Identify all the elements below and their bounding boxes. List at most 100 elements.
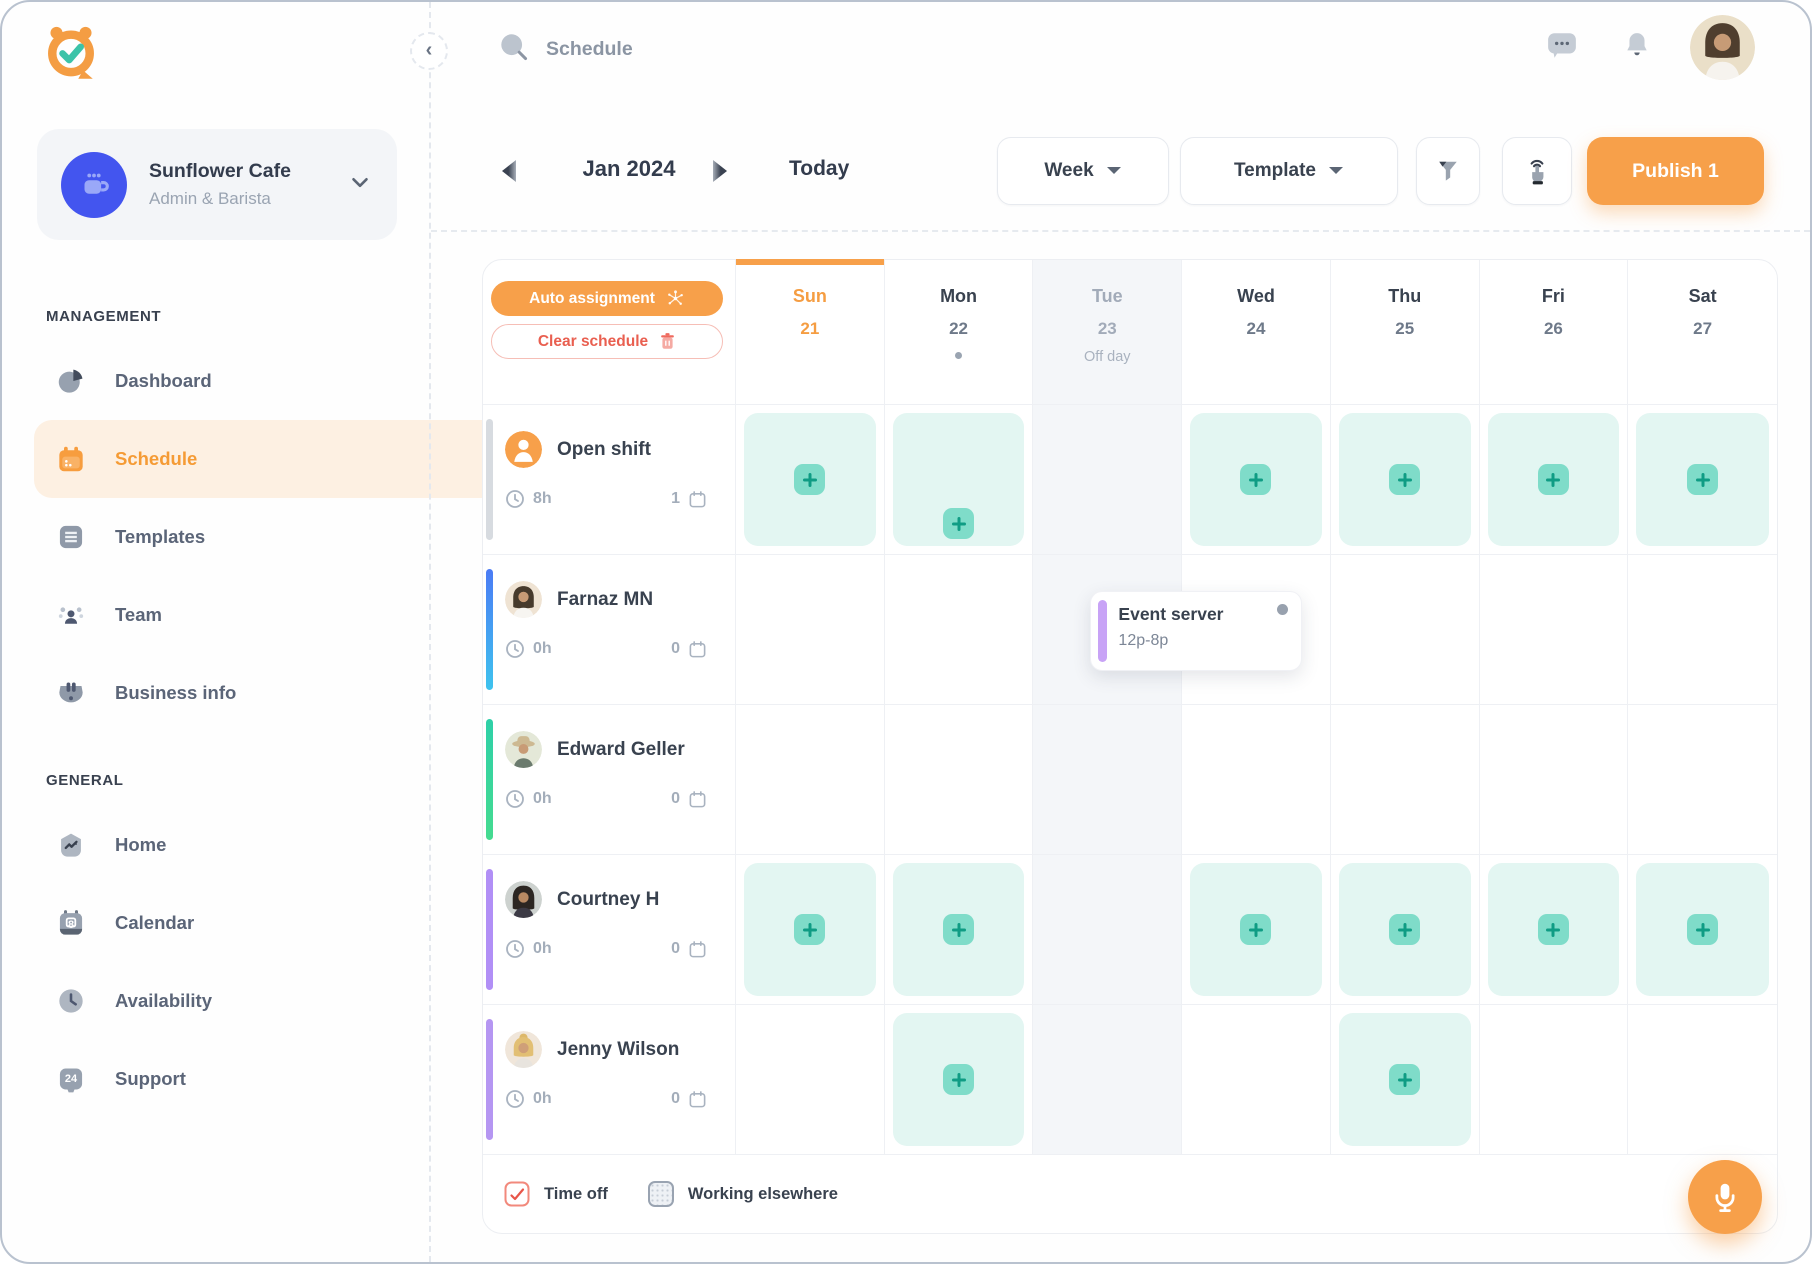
slot-courtney-mon[interactable] [885, 855, 1034, 1005]
header-actions [1546, 15, 1755, 80]
add-shift-button[interactable] [1389, 464, 1420, 495]
add-shift-button[interactable] [794, 464, 825, 495]
search-icon[interactable] [499, 32, 529, 67]
slot-farnaz-sat[interactable] [1628, 555, 1777, 705]
template-select[interactable]: Template [1180, 137, 1398, 205]
day-header-sun[interactable]: Sun 21 [736, 260, 885, 405]
slot-open-shift-wed[interactable] [1182, 405, 1331, 555]
sidebar-collapse-button[interactable]: ‹ [410, 32, 448, 70]
add-shift-button[interactable] [943, 508, 974, 539]
add-shift-button[interactable] [1687, 464, 1718, 495]
slot-open-shift-sat[interactable] [1628, 405, 1777, 555]
day-header-mon[interactable]: Mon 22 [885, 260, 1034, 405]
shift-card-event-server[interactable]: Event server 12p-8p [1090, 591, 1302, 671]
row-label-courtney-h[interactable]: Courtney H 0h 0 [483, 855, 736, 1005]
open-shift-avatar [505, 431, 542, 468]
auto-assignment-button[interactable]: Auto assignment [491, 281, 723, 316]
row-label-jenny-wilson[interactable]: Jenny Wilson 0h 0 [483, 1005, 736, 1155]
row-label-open-shift[interactable]: Open shift 8h 1 [483, 405, 736, 555]
team-people-icon [57, 601, 85, 629]
day-header-tue[interactable]: Tue 23 Off day [1033, 260, 1182, 405]
workspace-selector[interactable]: Sunflower Cafe Admin & Barista [37, 129, 397, 240]
business-info-icon [57, 679, 85, 707]
slot-open-shift-thu[interactable] [1331, 405, 1480, 555]
add-shift-button[interactable] [794, 914, 825, 945]
add-shift-button[interactable] [1687, 914, 1718, 945]
slot-open-shift-mon[interactable] [885, 405, 1034, 555]
publish-button[interactable]: Publish 1 [1587, 137, 1764, 205]
day-header-fri[interactable]: Fri 26 [1480, 260, 1629, 405]
day-header-wed[interactable]: Wed 24 [1182, 260, 1331, 405]
slot-farnaz-thu[interactable] [1331, 555, 1480, 705]
slot-jenny-wed[interactable] [1182, 1005, 1331, 1155]
view-select[interactable]: Week [997, 137, 1169, 205]
calendar-icon: 8 [57, 909, 85, 937]
slot-edward-sun[interactable] [736, 705, 885, 855]
chat-icon[interactable] [1546, 30, 1578, 65]
slot-edward-thu[interactable] [1331, 705, 1480, 855]
slot-edward-fri[interactable] [1480, 705, 1629, 855]
row-color-bar [486, 419, 493, 540]
slot-open-shift-sun[interactable] [736, 405, 885, 555]
add-shift-button[interactable] [1538, 464, 1569, 495]
slot-jenny-thu[interactable] [1331, 1005, 1480, 1155]
add-shift-button[interactable] [943, 914, 974, 945]
slot-farnaz-mon[interactable] [885, 555, 1034, 705]
slot-jenny-sun[interactable] [736, 1005, 885, 1155]
add-shift-button[interactable] [1240, 914, 1271, 945]
previous-period-button[interactable] [499, 158, 519, 184]
day-header-thu[interactable]: Thu 25 [1331, 260, 1480, 405]
day-header-sat[interactable]: Sat 27 [1628, 260, 1777, 405]
add-shift-button[interactable] [1538, 914, 1569, 945]
tap-interaction-button[interactable] [1502, 137, 1572, 205]
slot-open-shift-fri[interactable] [1480, 405, 1629, 555]
bell-icon[interactable] [1624, 31, 1650, 64]
slot-farnaz-sun[interactable] [736, 555, 885, 705]
chevron-down-icon [1328, 166, 1344, 176]
sidebar-item-label: Availability [115, 990, 212, 1012]
clock-icon [57, 987, 85, 1015]
slot-edward-sat[interactable] [1628, 705, 1777, 855]
sparkle-ai-icon [666, 289, 685, 308]
legend-label: Time off [544, 1185, 608, 1204]
add-shift-button[interactable] [1240, 464, 1271, 495]
clear-schedule-button[interactable]: Clear schedule [491, 324, 723, 359]
slot-jenny-sat[interactable] [1628, 1005, 1777, 1155]
slot-jenny-mon[interactable] [885, 1005, 1034, 1155]
row-label-farnaz-mn[interactable]: Farnaz MN 0h 0 [483, 555, 736, 705]
filter-button[interactable] [1416, 137, 1480, 205]
sidebar-item-label: Team [115, 604, 162, 626]
slot-courtney-wed[interactable] [1182, 855, 1331, 1005]
next-period-button[interactable] [710, 158, 730, 184]
slot-farnaz-tue[interactable]: Event server 12p-8p [1033, 555, 1182, 705]
voice-assistant-fab[interactable] [1688, 1160, 1762, 1234]
chevron-down-icon [347, 169, 373, 200]
add-shift-button[interactable] [1389, 1064, 1420, 1095]
today-button[interactable]: Today [789, 157, 849, 181]
sidebar-item-label: Dashboard [115, 370, 212, 392]
add-shift-button[interactable] [943, 1064, 974, 1095]
filter-funnel-icon [1436, 159, 1460, 183]
member-avatar [505, 581, 542, 618]
user-avatar[interactable] [1690, 15, 1755, 80]
sidebar-item-label: Templates [115, 526, 205, 548]
slot-edward-mon[interactable] [885, 705, 1034, 855]
slot-courtney-thu[interactable] [1331, 855, 1480, 1005]
member-avatar [505, 731, 542, 768]
row-label-edward-geller[interactable]: Edward Geller 0h 0 [483, 705, 736, 855]
slot-farnaz-fri[interactable] [1480, 555, 1629, 705]
pie-chart-icon [57, 367, 85, 395]
slot-courtney-sat[interactable] [1628, 855, 1777, 1005]
calendar-icon [688, 1090, 707, 1109]
slot-courtney-fri[interactable] [1480, 855, 1629, 1005]
tap-hand-icon [1523, 156, 1551, 186]
active-day-bar [736, 259, 884, 265]
sidebar-item-label: Calendar [115, 912, 194, 934]
slot-edward-tue [1033, 705, 1182, 855]
add-shift-button[interactable] [1389, 914, 1420, 945]
chevron-down-icon [1106, 166, 1122, 176]
slot-edward-wed[interactable] [1182, 705, 1331, 855]
slot-jenny-tue [1033, 1005, 1182, 1155]
slot-courtney-sun[interactable] [736, 855, 885, 1005]
slot-jenny-fri[interactable] [1480, 1005, 1629, 1155]
